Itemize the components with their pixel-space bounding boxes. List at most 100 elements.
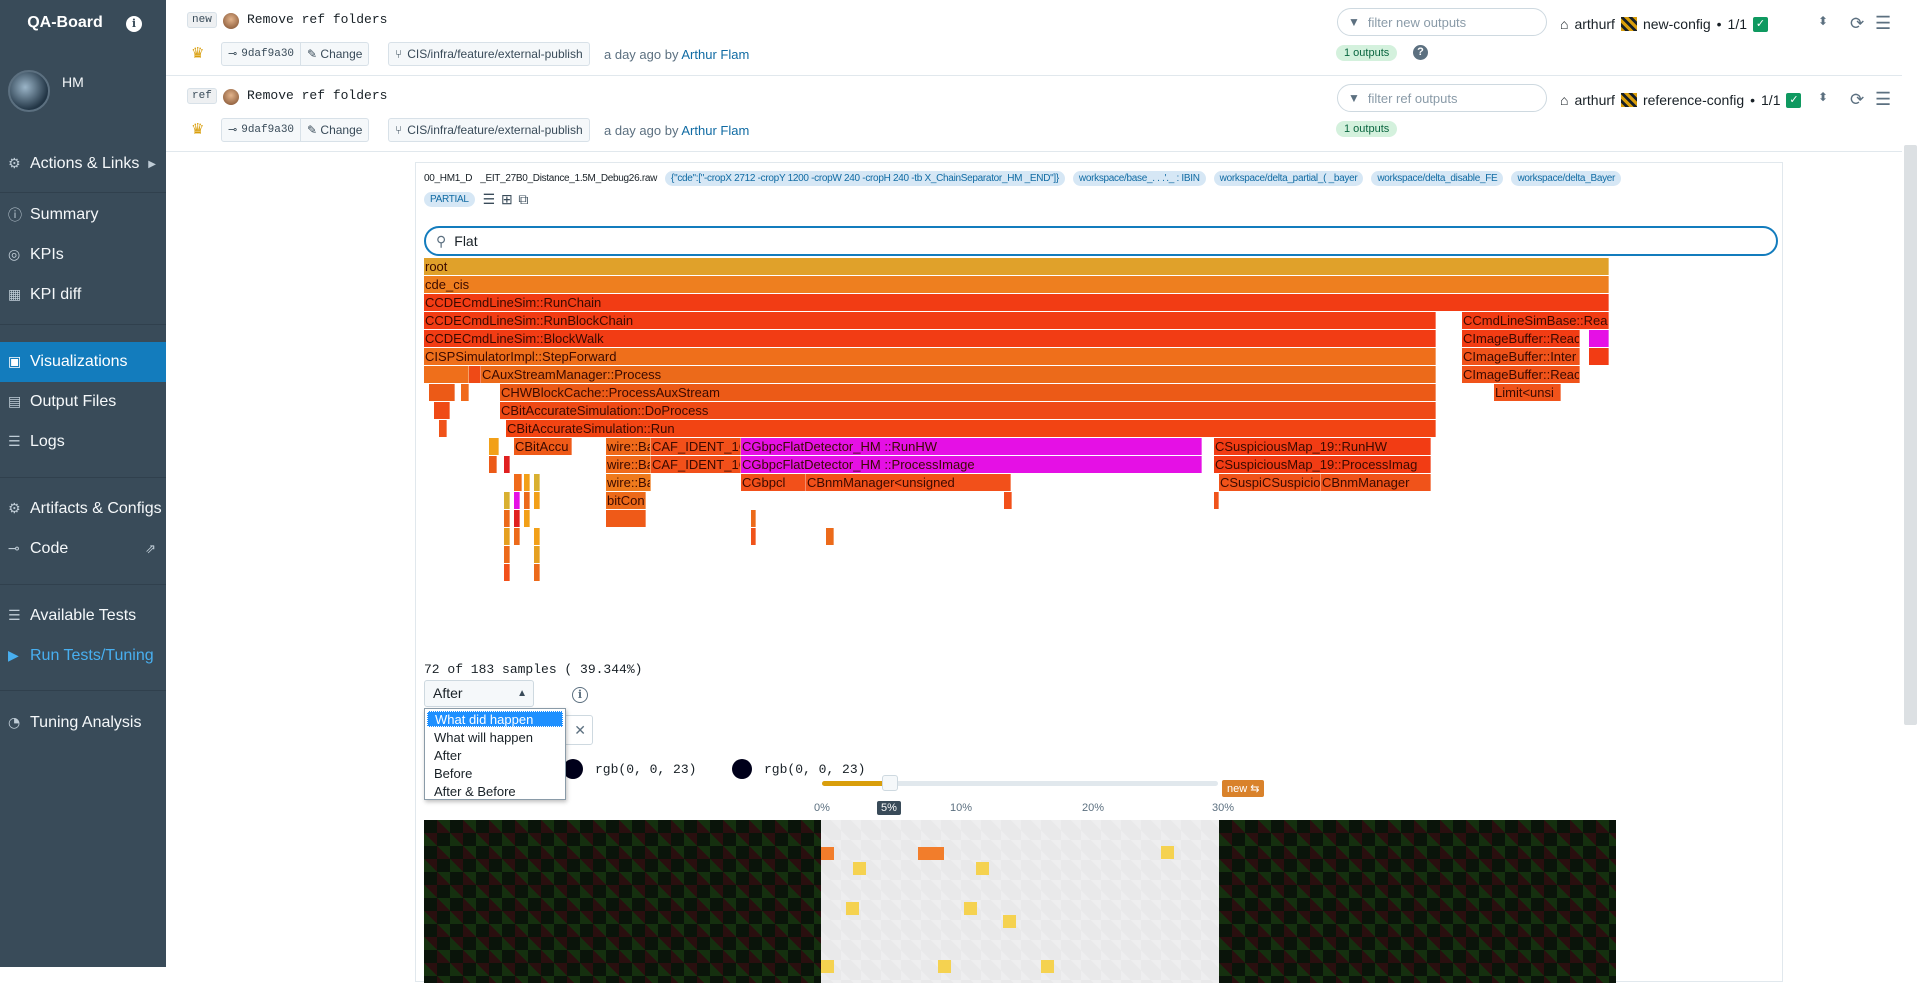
avatar[interactable]: [8, 70, 50, 112]
flame-frame[interactable]: CSuspiciousMap_19::ProcessImag: [1214, 456, 1431, 473]
flame-frame[interactable]: CGbpcFlatDetector_HM ::ProcessImage: [741, 456, 1202, 473]
flame-frame[interactable]: CBitAccurateSimulation::DoProcess: [500, 402, 1436, 419]
flame-frame[interactable]: [524, 474, 530, 491]
sidebar-item-artifacts[interactable]: ⚙ Artifacts & Configs: [0, 489, 166, 529]
flame-frame[interactable]: [489, 456, 497, 473]
sort-icon[interactable]: ⬍: [1818, 90, 1828, 104]
change-button[interactable]: ✎ Change: [301, 123, 368, 137]
flame-search-input[interactable]: ⚲ Flat: [424, 226, 1778, 256]
flame-frame[interactable]: CHWBlockCache::ProcessAuxStream: [500, 384, 1436, 401]
flame-frame[interactable]: CBitAccurateSimulation::Run: [506, 420, 1436, 437]
flame-frame[interactable]: [534, 564, 540, 581]
flame-frame[interactable]: cde_cis: [424, 276, 1609, 293]
flame-frame[interactable]: [751, 528, 756, 545]
flame-frame[interactable]: CAF_IDENT_1C: [651, 456, 741, 473]
sidebar-item-kpi-diff[interactable]: ▦ KPI diff: [0, 275, 166, 315]
flame-frame[interactable]: Limit<unsi: [1494, 384, 1561, 401]
menu-icon[interactable]: ☰: [1875, 13, 1891, 34]
option[interactable]: Before: [425, 765, 565, 783]
app-title[interactable]: QA-Board: [0, 14, 130, 32]
list-icon[interactable]: ☰: [483, 191, 496, 208]
flame-frame[interactable]: CImageBuffer::Inter: [1462, 348, 1580, 365]
flame-frame[interactable]: wire::Ba: [606, 438, 651, 455]
commit-hash[interactable]: ⊸ 9daf9a30: [222, 119, 302, 141]
branch-link[interactable]: ⑂ CIS/infra/feature/external-publish: [388, 118, 590, 142]
flame-frame[interactable]: [1589, 330, 1609, 347]
flame-frame[interactable]: [489, 438, 499, 455]
flame-frame[interactable]: [514, 528, 520, 545]
flame-graph[interactable]: root cde_cis CCDECmdLineSim::RunChain CCDEC…: [424, 258, 1784, 608]
clear-icon[interactable]: ✕: [574, 722, 586, 739]
flame-frame[interactable]: [606, 510, 646, 527]
commit-hash[interactable]: ⊸ 9daf9a30: [222, 43, 302, 65]
flame-frame[interactable]: CCDECmdLineSim::BlockWalk: [424, 330, 1436, 347]
flame-frame[interactable]: [514, 474, 522, 491]
image-new[interactable]: [424, 820, 821, 983]
flame-frame[interactable]: CISPSimulatorImpl::StepForward: [424, 348, 1436, 365]
flame-frame[interactable]: [534, 492, 540, 509]
sidebar-item-actions[interactable]: ⚙ Actions & Links ▶: [0, 144, 166, 184]
flame-frame[interactable]: CSuspiciousMap_19::RunHW: [1214, 438, 1431, 455]
flame-frame[interactable]: [424, 366, 469, 383]
commit-selector[interactable]: ⊸ 9daf9a30 ✎ Change: [221, 118, 370, 142]
sidebar-item-visualizations[interactable]: ▣ Visualizations: [0, 342, 166, 382]
option[interactable]: What will happen: [425, 729, 565, 747]
flame-frame[interactable]: [751, 510, 756, 527]
flame-frame[interactable]: CAF_IDENT_1C: [651, 438, 741, 455]
commit-selector[interactable]: ⊸ 9daf9a30 ✎ Change: [221, 42, 370, 66]
image-ref[interactable]: [1219, 820, 1616, 983]
flame-frame[interactable]: bitConv: [606, 492, 646, 509]
flame-frame[interactable]: CBnmManager: [1321, 474, 1431, 491]
change-button[interactable]: ✎ Change: [301, 47, 368, 61]
sidebar-item-output-files[interactable]: ▤ Output Files: [0, 382, 166, 422]
flame-frame[interactable]: [504, 492, 510, 509]
duplicate-icon[interactable]: ⧉: [518, 191, 528, 208]
sidebar-item-tuning-analysis[interactable]: ◔ Tuning Analysis: [0, 703, 166, 743]
sidebar-item-available-tests[interactable]: ☰ Available Tests: [0, 596, 166, 636]
flame-frame[interactable]: [826, 528, 834, 545]
flame-frame[interactable]: [504, 564, 510, 581]
flame-frame[interactable]: CGbpcFlatDetector_HM ::RunHW: [741, 438, 1202, 455]
flame-frame[interactable]: CAuxStreamManager::Process: [481, 366, 1436, 383]
help-icon[interactable]: ?: [1413, 45, 1428, 60]
flame-frame[interactable]: root: [424, 258, 1609, 275]
author-link[interactable]: Arthur Flam: [681, 123, 749, 138]
flame-frame[interactable]: [1214, 492, 1219, 509]
refresh-icon[interactable]: ⟳: [1850, 14, 1864, 34]
flame-frame[interactable]: [504, 528, 510, 545]
option[interactable]: After & Before: [425, 783, 565, 801]
flame-frame[interactable]: [461, 384, 469, 401]
flame-frame[interactable]: CSuspicio: [1261, 474, 1321, 491]
filter-input[interactable]: ▼ filter new outputs: [1337, 8, 1547, 36]
flame-frame[interactable]: [1004, 492, 1012, 509]
flame-frame[interactable]: CCmdLineSimBase::Rea: [1462, 312, 1609, 329]
folder-open-icon[interactable]: ⊞: [501, 191, 513, 208]
flame-frame[interactable]: wire::Ba: [606, 474, 651, 491]
flame-frame[interactable]: CBnmManager<unsigned: [806, 474, 1011, 491]
flame-frame[interactable]: [439, 420, 447, 437]
option[interactable]: After: [425, 747, 565, 765]
sort-icon[interactable]: ⬍: [1818, 14, 1828, 28]
flame-frame[interactable]: [504, 456, 510, 473]
new-button[interactable]: new ⇆: [1222, 780, 1265, 797]
flame-frame[interactable]: [514, 510, 520, 527]
flame-frame[interactable]: [504, 546, 510, 563]
flame-frame[interactable]: [514, 492, 520, 509]
flame-frame[interactable]: [524, 492, 530, 509]
flame-frame[interactable]: [1589, 348, 1609, 365]
sidebar-item-run-tests[interactable]: ▶ Run Tests/Tuning: [0, 636, 166, 676]
sidebar-item-code[interactable]: ⊸ Code ⇗: [0, 529, 166, 569]
mode-dropdown[interactable]: What did happen What will happen After B…: [424, 708, 566, 800]
flame-frame[interactable]: CCDECmdLineSim::RunBlockChain: [424, 312, 1436, 329]
menu-icon[interactable]: ☰: [1875, 89, 1891, 110]
branch-link[interactable]: ⑂ CIS/infra/feature/external-publish: [388, 42, 590, 66]
flame-frame[interactable]: CCDECmdLineSim::RunChain: [424, 294, 1609, 311]
flame-frame[interactable]: CSuspic: [1219, 474, 1264, 491]
scrollbar[interactable]: [1904, 145, 1917, 725]
refresh-icon[interactable]: ⟳: [1850, 90, 1864, 110]
flame-frame[interactable]: [534, 528, 540, 545]
flame-frame[interactable]: CImageBuffer::Reac: [1462, 366, 1580, 383]
flame-frame[interactable]: [469, 366, 481, 383]
flame-frame[interactable]: [534, 546, 540, 563]
filter-input[interactable]: ▼ filter ref outputs: [1337, 84, 1547, 112]
